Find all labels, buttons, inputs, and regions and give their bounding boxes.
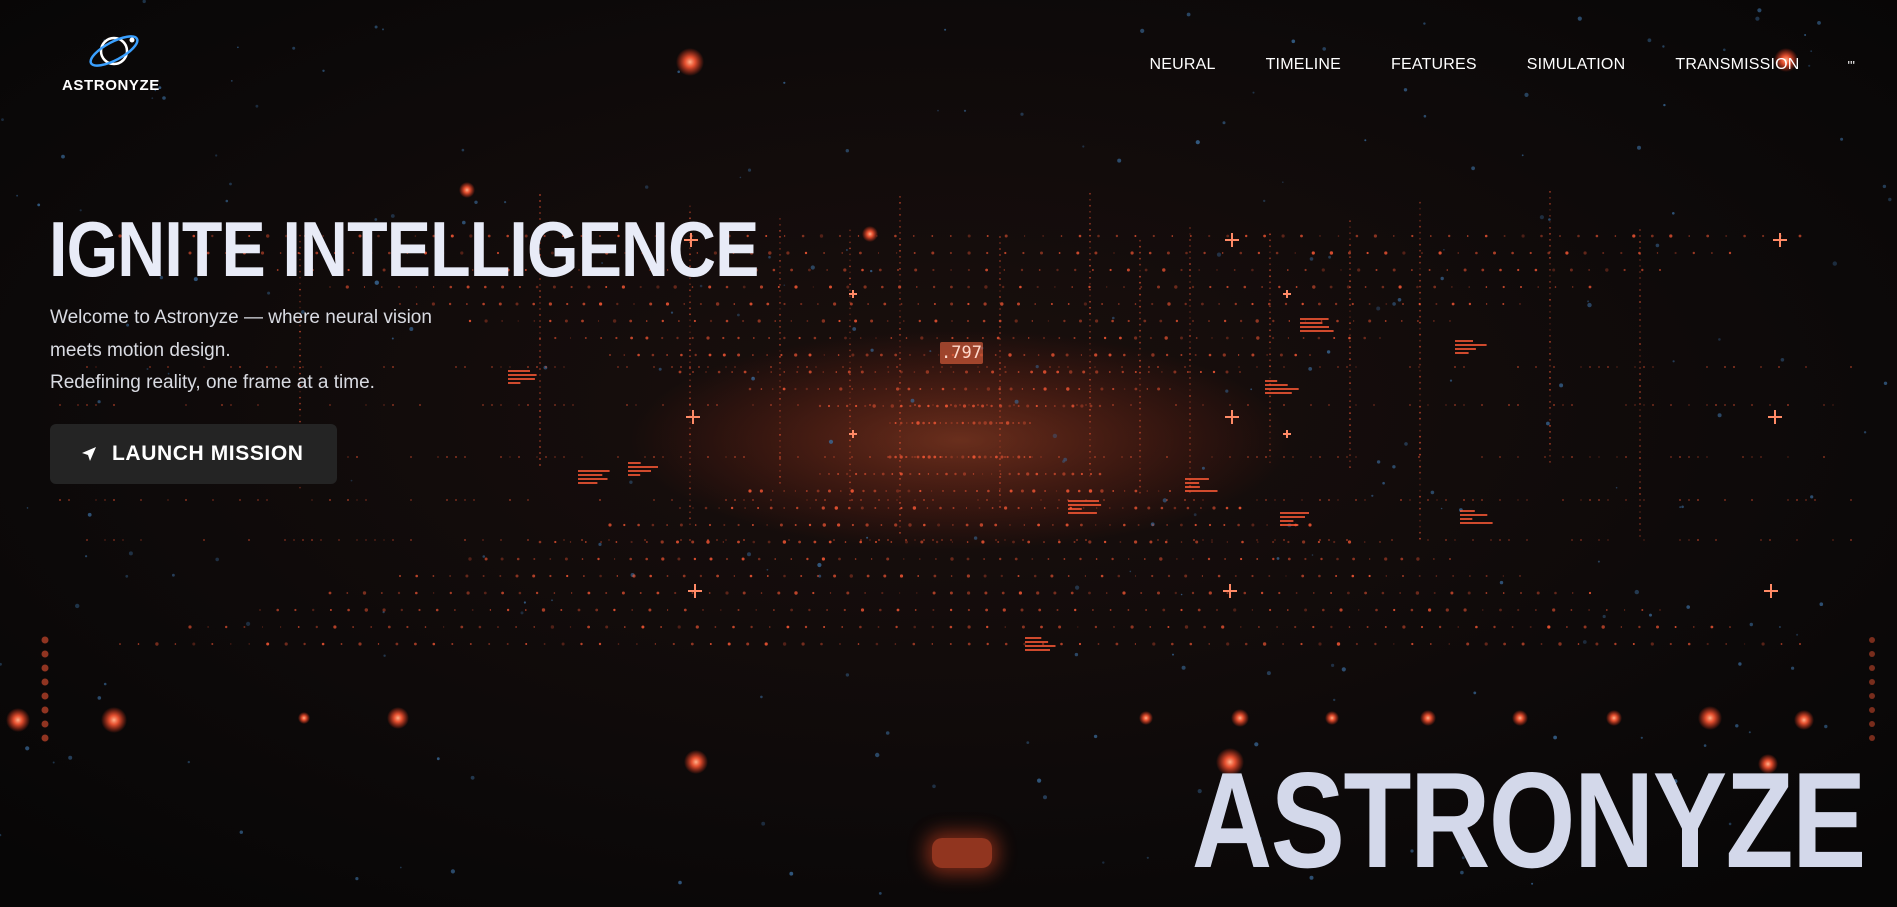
hero-line: meets motion design. (50, 339, 231, 361)
scene-readout: .797 (940, 342, 983, 364)
launch-mission-label: LAUNCH MISSION (112, 442, 304, 465)
hero-line: Welcome to Astronyze — where neural visi… (50, 307, 432, 328)
nav-item-transmission[interactable]: TRANSMISSION (1675, 56, 1799, 74)
hero-title: IGNITE INTELLIGENCE (49, 205, 759, 293)
glow-indicator (932, 838, 992, 868)
hero-line: Redefining reality, one frame at a time. (50, 372, 375, 393)
main-nav: NEURAL TIMELINE FEATURES SIMULATION TRAN… (1099, 56, 1855, 74)
brand-logo[interactable]: ASTRONYZE (58, 30, 168, 96)
nav-item-neural[interactable]: NEURAL (1149, 56, 1215, 74)
send-arrow-icon (82, 447, 96, 461)
launch-mission-button[interactable]: LAUNCH MISSION (50, 424, 337, 484)
footer-brand-wordmark: ASTRONYZE (1192, 744, 1867, 896)
nav-item-features[interactable]: FEATURES (1391, 56, 1477, 74)
brand-name: ASTRONYZE (62, 77, 160, 94)
nav-extra-toggle[interactable]: ''' (1848, 58, 1855, 73)
nav-item-timeline[interactable]: TIMELINE (1266, 56, 1341, 74)
hero-description: Welcome to Astronyze — where neural visi… (50, 302, 570, 400)
nav-item-simulation[interactable]: SIMULATION (1527, 56, 1626, 74)
planet-orbit-icon (89, 35, 139, 67)
